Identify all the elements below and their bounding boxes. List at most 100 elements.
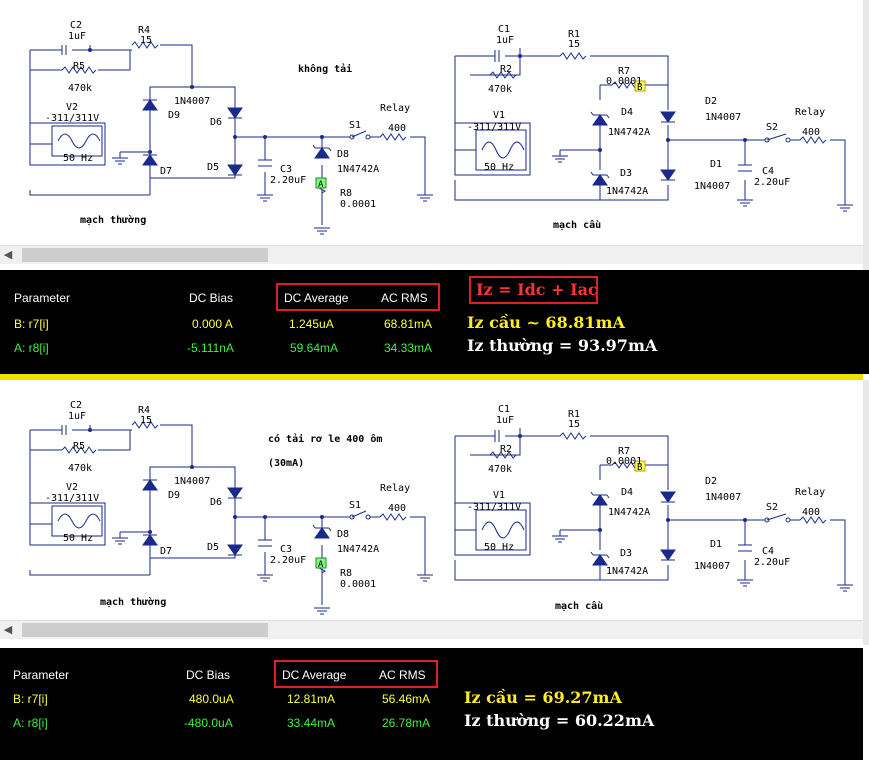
label-c1v: 1uF: [496, 415, 514, 426]
probe-probe_b[interactable]: B: [637, 463, 642, 473]
horizontal-scrollbar-bottom[interactable]: ◀: [0, 620, 863, 639]
label-d3model: 1N4742A: [606, 186, 648, 197]
probe-probe_a[interactable]: A: [318, 180, 324, 190]
header-ac-rms: AC RMS: [379, 668, 426, 682]
label-relay_l: Relay: [380, 483, 410, 494]
label-d5: D5: [207, 162, 219, 173]
row-b-param: B: r7[i]: [13, 692, 48, 706]
label-v2v: -311/311V: [45, 113, 99, 124]
label-relay_rv: 400: [802, 507, 820, 518]
row-b-dc-average: 1.245uA: [289, 317, 334, 331]
label-v2f: 50 Hz: [63, 153, 93, 164]
label-d2: D2: [705, 96, 717, 107]
note-normal-current: Iz thường = 93.97mA: [467, 336, 658, 355]
row-a-ac-rms: 26.78mA: [382, 716, 431, 730]
label-c2: C2: [70, 20, 82, 31]
label-r8: R8: [340, 568, 352, 579]
header-dc-average: DC Average: [284, 291, 349, 305]
row-a-dc-average: 33.44mA: [287, 716, 336, 730]
label-d4model: 1N4742A: [608, 507, 650, 518]
label-r2: R2: [500, 444, 512, 455]
probe-probe_b[interactable]: B: [637, 83, 642, 93]
label-d6: D6: [210, 497, 222, 508]
label-r5v: 470k: [68, 83, 92, 94]
row-b-ac-rms: 56.46mA: [382, 692, 431, 706]
label-c3: C3: [280, 164, 292, 175]
right-circuit-title: mạch cầu: [555, 600, 603, 612]
row-b-dc-average: 12.81mA: [287, 692, 336, 706]
note-normal-current: Iz thường = 60.22mA: [464, 711, 655, 730]
label-d3model: 1N4742A: [606, 566, 648, 577]
label-r2v: 470k: [488, 464, 512, 475]
header-ac-rms: AC RMS: [381, 291, 428, 305]
label-d2model: 1N4007: [705, 492, 741, 503]
label-r5: R5: [73, 441, 85, 452]
label-v2f: 50 Hz: [63, 533, 93, 544]
label-v2: V2: [66, 482, 78, 493]
note-bridge-current: Iz cầu ~ 68.81mA: [467, 313, 625, 332]
label-c4: C4: [762, 166, 774, 177]
label-c3v: 2.20uF: [270, 555, 306, 566]
label-r4v: 15: [140, 35, 152, 46]
label-d5: D5: [207, 542, 219, 553]
right-circuit-title: mạch cầu: [553, 219, 601, 231]
label-c3: C3: [280, 544, 292, 555]
row-b-ac-rms: 68.81mA: [384, 317, 433, 331]
scroll-left-icon[interactable]: ◀: [0, 621, 16, 639]
label-s2: S2: [766, 122, 778, 133]
label-relay_l: Relay: [380, 103, 410, 114]
label-d7: D7: [160, 546, 172, 557]
row-a-ac-rms: 34.33mA: [384, 341, 433, 355]
label-c3v: 2.20uF: [270, 175, 306, 186]
label-c4v: 2.20uF: [754, 177, 790, 188]
label-c4: C4: [762, 546, 774, 557]
label-s1: S1: [349, 120, 361, 131]
label-v1: V1: [493, 110, 505, 121]
label-v1f: 50 Hz: [484, 162, 514, 173]
label-d1model: 1N4007: [694, 181, 730, 192]
label-relay_r: Relay: [795, 487, 825, 498]
label-v2v: -311/311V: [45, 493, 99, 504]
scrollbar-thumb[interactable]: [22, 623, 268, 637]
label-c2v: 1uF: [68, 31, 86, 42]
horizontal-scrollbar-top[interactable]: ◀: [0, 245, 863, 264]
scrollbar-thumb[interactable]: [22, 248, 268, 262]
label-c2v: 1uF: [68, 411, 86, 422]
label-r4v: 15: [140, 415, 152, 426]
label-c2: C2: [70, 400, 82, 411]
label-r8v: 0.0001: [340, 199, 376, 210]
header-dc-bias: DC Bias: [186, 668, 231, 682]
label-v1: V1: [493, 490, 505, 501]
label-relay_rv: 400: [802, 127, 820, 138]
label-relay_r: Relay: [795, 107, 825, 118]
label-d4: D4: [621, 107, 633, 118]
row-b-param: B: r7[i]: [14, 317, 49, 331]
row-a-param: A: r8[i]: [13, 716, 48, 730]
label-d9: D9: [168, 490, 180, 501]
label-s2: S2: [766, 502, 778, 513]
header-parameter: Parameter: [13, 668, 70, 682]
left-circuit-title: mạch thường: [80, 214, 146, 226]
label-d8model: 1N4742A: [337, 164, 379, 175]
probe-probe_a[interactable]: A: [318, 560, 324, 570]
schematic-bottom[interactable]: C2 1uF R5 470k R4 15 V2 -311/311V 50 Hz D9 D7 1N400…: [0, 380, 863, 620]
label-r1v: 15: [568, 39, 580, 50]
label-r8: R8: [340, 188, 352, 199]
vertical-scrollbar-bottom[interactable]: [863, 380, 869, 645]
label-d8model: 1N4742A: [337, 544, 379, 555]
label-d6: D6: [210, 117, 222, 128]
condition-label: không tải: [298, 63, 352, 75]
condition-label-2: (30mA): [268, 458, 304, 469]
label-d3: D3: [620, 548, 632, 559]
row-a-param: A: r8[i]: [14, 341, 49, 355]
vertical-scrollbar-top[interactable]: [863, 0, 869, 270]
scroll-left-icon[interactable]: ◀: [0, 246, 16, 264]
note-bridge-current: Iz cầu = 69.27mA: [464, 688, 622, 707]
row-a-dc-bias: -5.111nA: [187, 341, 234, 355]
schematic-top[interactable]: C2 1uF R5 470k R4 15 V2 -311/311V 50 Hz D9 D7 1N400…: [0, 0, 863, 245]
label-d3: D3: [620, 168, 632, 179]
formula-label: Iz = Idc + Iac: [476, 280, 598, 299]
label-d8: D8: [337, 529, 349, 540]
row-b-dc-bias: 480.0uA: [189, 692, 234, 706]
label-r5: R5: [73, 61, 85, 72]
